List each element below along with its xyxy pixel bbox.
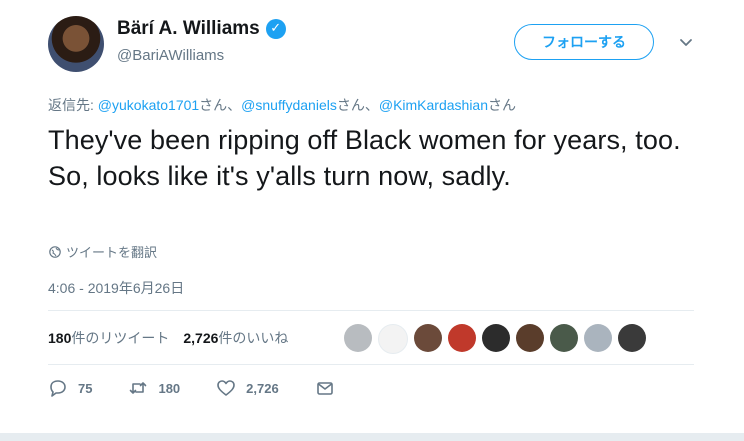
liker-avatars: [344, 324, 646, 354]
tweet-timestamp[interactable]: 4:06 - 2019年6月26日: [48, 278, 184, 298]
liker-avatar[interactable]: [414, 324, 442, 352]
retweet-count: 180: [158, 380, 181, 396]
likes-count: 2,726: [183, 330, 219, 346]
mention-link-kimkardashian[interactable]: @KimKardashian: [379, 97, 488, 113]
liker-avatar[interactable]: [482, 324, 510, 352]
liker-avatar[interactable]: [550, 324, 578, 352]
author-avatar[interactable]: [48, 16, 104, 72]
reply-button[interactable]: 75: [48, 378, 92, 398]
globe-icon: [49, 245, 61, 258]
retweets-stat[interactable]: 180件のリツイート: [48, 328, 169, 348]
like-count: 2,726: [246, 380, 279, 396]
reply-to-prefix: 返信先:: [48, 97, 98, 113]
reply-to-line: 返信先: @yukokato1701さん、@snuffydanielsさん、@K…: [48, 95, 516, 115]
divider: [48, 310, 694, 311]
follow-button[interactable]: フォローする: [514, 24, 654, 60]
liker-avatar[interactable]: [516, 324, 544, 352]
retweets-count: 180: [48, 330, 72, 346]
direct-message-button[interactable]: [315, 378, 335, 398]
retweets-label: 件のリツイート: [71, 330, 170, 346]
author-name-row: Bärí A. Williams ✓: [117, 18, 286, 40]
reply-icon: [50, 380, 66, 397]
like-button[interactable]: 2,726: [216, 378, 279, 398]
mention-link-yukokato1701[interactable]: @yukokato1701: [98, 97, 199, 113]
tweet-detail: Bärí A. Williams ✓ @BariAWilliams フォローする…: [0, 0, 744, 441]
likes-stat[interactable]: 2,726件のいいね: [183, 328, 288, 348]
likes-label: 件のいいね: [218, 330, 289, 346]
liker-avatar[interactable]: [344, 324, 372, 352]
next-tweet-divider: [0, 433, 744, 441]
mention-suffix: さん、: [336, 97, 379, 113]
liker-avatar[interactable]: [448, 324, 476, 352]
divider: [48, 364, 694, 365]
tweet-stats: 180件のリツイート 2,726件のいいね: [48, 328, 288, 348]
mention-link-snuffydaniels[interactable]: @snuffydaniels: [241, 97, 337, 113]
tweet-text: They've been ripping off Black women for…: [48, 125, 681, 191]
reply-count: 75: [78, 380, 93, 396]
author-handle[interactable]: @BariAWilliams: [117, 47, 224, 64]
liker-avatar[interactable]: [584, 324, 612, 352]
mention-suffix: さん: [488, 97, 517, 113]
translate-label[interactable]: ツイートを翻訳: [66, 242, 157, 261]
mention-suffix: さん、: [199, 97, 242, 113]
retweet-button[interactable]: 180: [128, 378, 180, 398]
author-display-name[interactable]: Bärí A. Williams: [117, 18, 260, 40]
translate-tweet-link[interactable]: ツイートを翻訳: [49, 242, 157, 261]
verified-badge-icon: ✓: [265, 19, 286, 39]
retweet-icon: [130, 382, 147, 394]
envelope-icon: [316, 382, 333, 395]
tweet-actions: 75 180 2,726: [48, 378, 371, 398]
chevron-down-icon[interactable]: [676, 32, 696, 52]
liker-avatar[interactable]: [618, 324, 646, 352]
heart-icon: [217, 380, 235, 396]
liker-avatar[interactable]: [378, 324, 408, 354]
